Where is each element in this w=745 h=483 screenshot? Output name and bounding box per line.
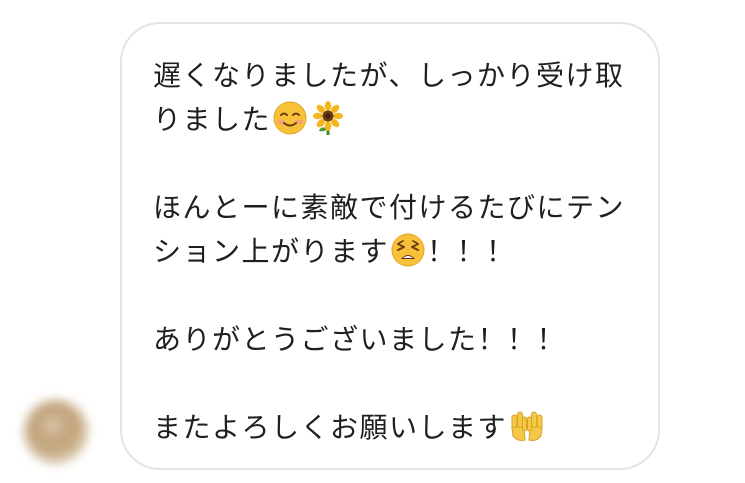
tired-face-emoji-icon — [391, 233, 425, 267]
message-line: ありがとうございました！！！ — [153, 323, 567, 356]
message-paragraph-1: 遅くなりましたが、しっかり受け取 りました — [153, 54, 630, 142]
message-bubble: 遅くなりましたが、しっかり受け取 りました ほんとーに素敵で付けるたびにテン シ… — [120, 22, 660, 470]
exclamation-marks: ！！！ — [427, 235, 516, 268]
sender-avatar[interactable] — [24, 400, 88, 464]
palms-up-together-emoji-icon — [509, 409, 545, 443]
message-paragraph-2: ほんとーに素敵で付けるたびにテン ション上がります ！！！ — [153, 186, 630, 274]
message-line: またよろしくお願いします — [153, 411, 508, 444]
message-line: ション上がります — [153, 235, 390, 268]
message-line: りました — [153, 103, 272, 136]
message-line: ほんとーに素敵で付けるたびにテン — [153, 191, 626, 224]
sunflower-emoji-icon — [311, 101, 345, 135]
smiling-face-emoji-icon — [273, 101, 307, 135]
message-paragraph-3: ありがとうございました！！！ — [153, 318, 630, 362]
message-paragraph-4: またよろしくお願いします — [153, 406, 630, 450]
message-line: 遅くなりましたが、しっかり受け取 — [153, 59, 625, 92]
